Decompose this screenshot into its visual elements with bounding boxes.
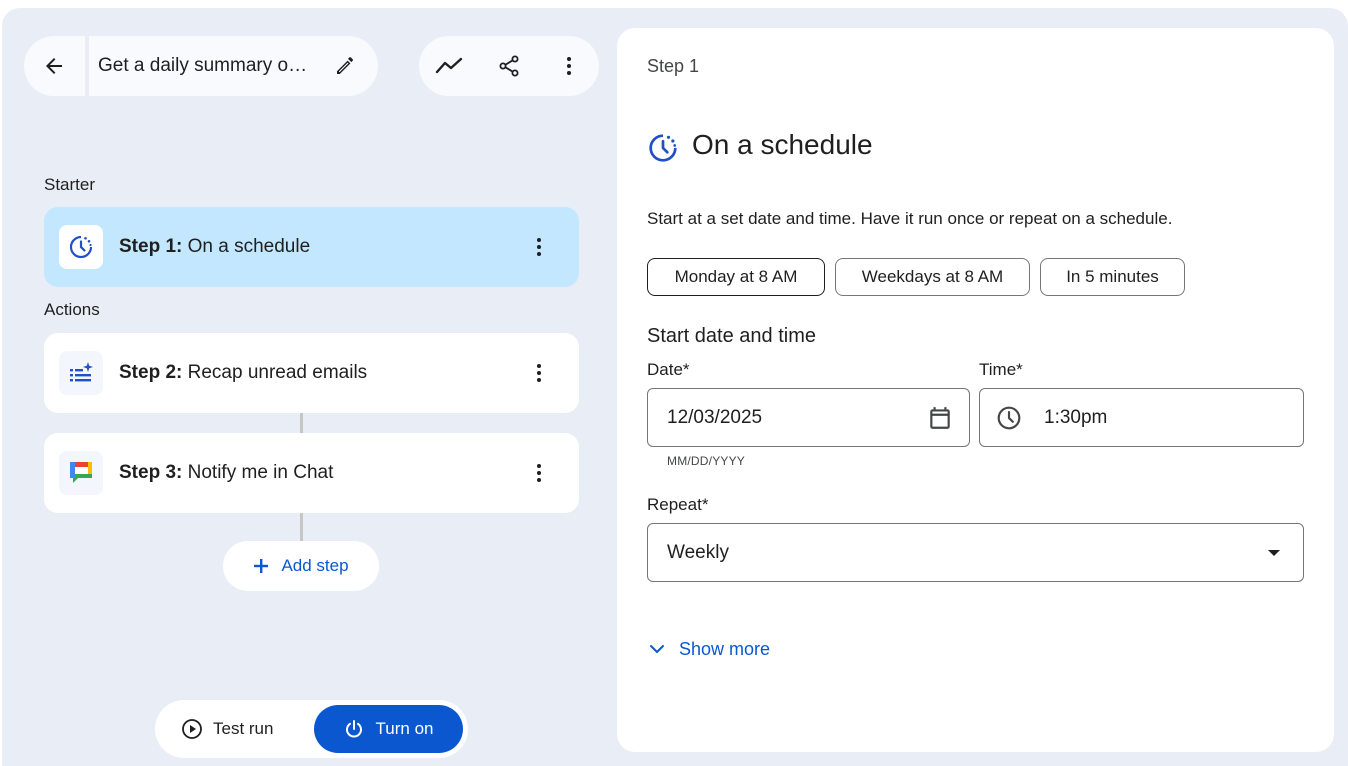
date-value: 12/03/2025 [667,407,763,428]
schedule-icon [649,134,677,162]
repeat-value: Weekly [667,542,729,563]
title-divider [85,36,89,96]
repeat-select[interactable]: Weekly [647,523,1304,582]
date-label: Date* [647,360,690,379]
step-label: Step 3: Notify me in Chat [119,433,333,513]
more-vert-icon [537,364,541,382]
panel-step-label: Step 1 [647,56,700,76]
back-button[interactable] [24,36,84,96]
run-controls: Test run Turn on [155,700,468,758]
activity-button[interactable] [431,48,467,84]
share-icon [499,55,519,77]
show-more-button[interactable]: Show more [647,634,770,664]
more-vert-icon [537,464,541,482]
step-more-button[interactable] [521,455,557,491]
more-vert-icon [537,238,541,256]
test-run-button[interactable]: Test run [181,700,273,758]
step-label: Step 1: On a schedule [119,207,310,287]
step-name: On a schedule [187,236,311,257]
starter-heading: Starter [44,175,96,194]
arrow-back-icon [46,58,62,74]
share-button[interactable] [491,48,527,84]
clock-icon [997,406,1021,430]
step-card-schedule[interactable]: Step 1: On a schedule [44,207,579,287]
add-step-button[interactable]: Add step [223,541,379,591]
step-number: Step 1: [119,236,183,257]
chevron-down-icon [650,645,664,653]
chip-monday-8am[interactable]: Monday at 8 AM [647,258,825,296]
date-format-helper: MM/DD/YYYY [667,454,746,468]
play-circle-icon [182,719,202,739]
time-field[interactable]: 1:30pm [979,388,1304,447]
step-name: Recap unread emails [187,362,368,383]
step-card-recap-emails[interactable]: Step 2: Recap unread emails [44,333,579,413]
step-more-button[interactable] [521,355,557,391]
calendar-icon[interactable] [927,405,953,431]
turn-on-button[interactable]: Turn on [314,705,463,753]
workflow-tools [419,36,599,96]
edit-title-button[interactable] [327,48,363,84]
list-sparkle-icon [70,362,93,382]
show-more-label: Show more [679,638,771,659]
workflow-title[interactable]: Get a daily summary o… [98,36,326,96]
panel-description: Start at a set date and time. Have it ru… [647,209,1173,228]
step-connector [300,513,303,541]
chip-in-5-minutes[interactable]: In 5 minutes [1040,258,1185,296]
start-date-time-heading: Start date and time [647,325,816,347]
schedule-icon [69,235,93,259]
step-number: Step 2: [119,362,183,383]
repeat-label: Repeat* [647,495,709,514]
time-label: Time* [979,360,1023,379]
step-icon-box [59,225,103,269]
step-more-button[interactable] [521,229,557,265]
actions-heading: Actions [44,300,100,319]
test-run-label: Test run [213,719,274,738]
more-vert-icon [567,57,571,75]
more-options-button[interactable] [551,48,587,84]
time-value: 1:30pm [1044,407,1108,428]
step-number: Step 3: [119,462,183,483]
step-card-notify-chat[interactable]: Step 3: Notify me in Chat [44,433,579,513]
workflow-title-bar: Get a daily summary o… [24,36,378,96]
activity-icon [435,57,463,74]
step-name: Notify me in Chat [187,462,334,483]
panel-title: On a schedule [692,129,873,160]
step-icon-box [59,451,103,495]
step-icon-box [59,351,103,395]
plus-icon [254,559,269,573]
date-field[interactable]: 12/03/2025 [647,388,970,447]
turn-on-label: Turn on [375,719,434,738]
step-label: Step 2: Recap unread emails [119,333,367,413]
step-detail-panel: Step 1 On a schedule Start at a set date… [617,28,1334,752]
power-icon [345,720,362,738]
dropdown-arrow-icon [1268,550,1280,556]
google-chat-icon [70,462,92,483]
add-step-label: Add step [281,556,349,575]
edit-pencil-icon [337,57,353,74]
step-connector [300,413,303,433]
chip-weekdays-8am[interactable]: Weekdays at 8 AM [835,258,1030,296]
